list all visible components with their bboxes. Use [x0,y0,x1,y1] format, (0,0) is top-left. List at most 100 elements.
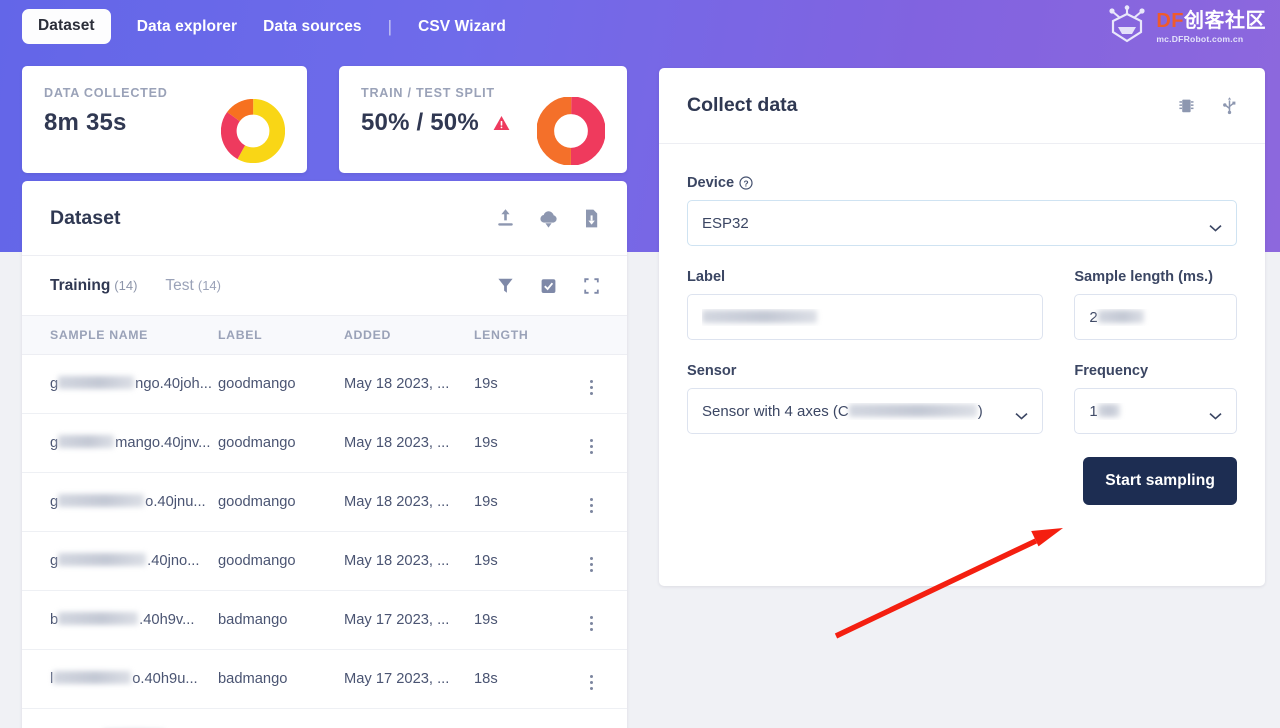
stat-card-train-test-split: TRAIN / TEST SPLIT 50% / 50% [339,66,627,173]
collect-data-title: Collect data [687,94,798,116]
label-input[interactable] [687,294,1044,340]
redacted-text [58,494,145,507]
redacted-text [58,553,147,566]
cell-length: 19s [474,531,584,591]
row-menu-icon[interactable] [584,614,599,633]
cell-length: 19s [474,413,584,473]
dfrobot-logo[interactable]: DF创客社区 mc.DFRobot.com.cn [1105,5,1266,50]
tab-dataset[interactable]: Dataset [22,9,111,44]
stat-card-data-collected: DATA COLLECTED 8m 35s [22,66,307,173]
expand-icon[interactable] [582,275,601,296]
column-header-actions [584,316,627,355]
device-select[interactable]: ESP32 [687,200,1237,246]
table-row[interactable]: g mango.40jnv... goodmango May 18 2023, ...… [22,413,627,473]
logo-subtitle: mc.DFRobot.com.cn [1156,34,1244,45]
logo-brand-df: DF [1156,10,1184,33]
subtab-test-count: (14) [197,277,221,293]
dataset-panel-header: Dataset [22,181,627,256]
row-menu-icon[interactable] [584,673,599,692]
dataset-subtabs: Training (14) Test (14) [22,256,627,316]
table-row[interactable]: l o.40h9u... badmango May 17 2023, ... 18s [22,649,627,709]
cell-actions [584,708,627,728]
warning-triangle-icon [493,115,510,131]
cell-label: goodmango [218,354,344,414]
upload-icon[interactable] [496,208,515,229]
cell-actions [584,649,627,709]
cell-length: 19s [474,708,584,728]
cell-length: 19s [474,472,584,532]
collect-data-panel: Collect data Device ? ESP32 Label Sample… [659,68,1265,586]
cell-added: May 17 2023, ... [344,590,474,650]
cell-sample-name: g mango.40jnv... [22,413,218,473]
sample-length-input-value: 2 [1089,309,1222,326]
subtab-training-count: (14) [114,277,138,293]
cell-sample-name: g ngo.40joh... [22,354,218,414]
cloud-download-icon[interactable] [539,208,558,229]
redacted-text [53,671,132,684]
row-menu-icon[interactable] [584,437,599,456]
dataset-table: SAMPLE NAME LABEL ADDED LENGTH g ngo.40jo… [22,316,627,728]
stat-label: TRAIN / TEST SPLIT [361,86,495,100]
label-field-label: Label [687,269,726,285]
dataset-panel: Dataset Training (14) Test (14) SAMPLE N… [22,181,627,728]
cell-label: badmango [218,649,344,709]
checkbox-checked-icon[interactable] [539,275,558,296]
filter-icon[interactable] [496,275,515,296]
redacted-text [58,612,139,625]
stat-label: DATA COLLECTED [44,86,168,100]
cell-added: May 18 2023, ... [344,354,474,414]
column-header-label[interactable]: LABEL [218,316,344,355]
row-menu-icon[interactable] [584,378,599,397]
tab-data-sources[interactable]: Data sources [263,18,362,36]
table-row[interactable]: g ngo.40joh... goodmango May 18 2023, ... 19… [22,354,627,414]
redacted-text [58,376,135,389]
row-menu-icon[interactable] [584,555,599,574]
cell-sample-name: g .40jno... [22,531,218,591]
tab-csv-wizard[interactable]: CSV Wizard [418,18,506,36]
table-row[interactable]: g .40jno... goodmango May 18 2023, ... 19s [22,531,627,591]
chevron-down-icon [1015,407,1028,420]
start-sampling-button[interactable]: Start sampling [1083,457,1237,505]
column-header-sample-name[interactable]: SAMPLE NAME [22,316,218,355]
collect-data-header: Collect data [659,68,1265,144]
cell-actions [584,413,627,473]
subtab-test[interactable]: Test (14) [165,277,221,295]
cell-actions [584,590,627,650]
cell-sample-name: goodma.40h9... [22,708,218,728]
robot-head-icon [1105,5,1149,50]
cell-added: May 18 2023, ... [344,472,474,532]
cell-label: badmango [218,590,344,650]
table-header-row: SAMPLE NAME LABEL ADDED LENGTH [22,316,627,355]
usb-icon[interactable] [1220,95,1239,116]
cell-length: 19s [474,590,584,650]
table-row[interactable]: goodma.40h9...goodmangoMay 17 2023, ...1… [22,708,627,728]
cell-actions [584,472,627,532]
redacted-text [58,435,115,448]
frequency-select-value: 1 [1089,403,1209,420]
frequency-select[interactable]: 1 [1074,388,1237,434]
cell-label: goodmango [218,413,344,473]
cell-label: goodmango [218,531,344,591]
row-menu-icon[interactable] [584,496,599,515]
cell-sample-name: b .40h9v... [22,590,218,650]
svg-text:?: ? [744,178,749,188]
subtab-training[interactable]: Training (14) [50,277,137,295]
cell-sample-name: g o.40jnu... [22,472,218,532]
column-header-length[interactable]: LENGTH [474,316,584,355]
table-row[interactable]: b .40h9v... badmango May 17 2023, ... 19s [22,590,627,650]
sensor-select[interactable]: Sensor with 4 axes (C) [687,388,1044,434]
chevron-down-icon [1209,407,1222,420]
cell-added: May 17 2023, ... [344,708,474,728]
question-circle-icon[interactable]: ? [739,176,753,190]
table-row[interactable]: g o.40jnu... goodmango May 18 2023, ... 19s [22,472,627,532]
chip-icon[interactable] [1177,95,1196,116]
cell-added: May 17 2023, ... [344,649,474,709]
tab-data-explorer[interactable]: Data explorer [137,18,237,36]
top-navigation: Dataset Data explorer Data sources | CSV… [0,0,1280,53]
sample-length-input[interactable]: 2 [1074,294,1237,340]
column-header-added[interactable]: ADDED [344,316,474,355]
chevron-down-icon [1209,219,1222,232]
cell-added: May 18 2023, ... [344,413,474,473]
file-download-icon[interactable] [582,208,601,229]
cell-label: goodmango [218,472,344,532]
